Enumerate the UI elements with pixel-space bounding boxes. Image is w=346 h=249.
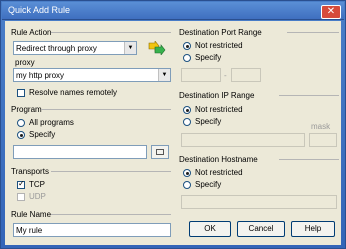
ip-range-input[interactable] bbox=[181, 133, 305, 147]
dest-host-specify-radio[interactable] bbox=[183, 181, 191, 189]
dest-port-not-restricted-label[interactable]: Not restricted bbox=[195, 41, 243, 50]
dest-port-specify-radio[interactable] bbox=[183, 54, 191, 62]
program-specify-label[interactable]: Specify bbox=[29, 130, 55, 139]
rule-action-label: Rule Action bbox=[11, 28, 52, 37]
port-from-input[interactable] bbox=[181, 68, 221, 82]
rule-name-input[interactable]: My rule bbox=[13, 223, 171, 237]
dialog-client: Rule Action Redirect through proxy ▼ pro… bbox=[5, 21, 341, 245]
tcp-label[interactable]: TCP bbox=[29, 180, 45, 189]
proxy-combobox[interactable]: my http proxy ▼ bbox=[13, 68, 171, 82]
resolve-names-label[interactable]: Resolve names remotely bbox=[29, 88, 117, 97]
help-button[interactable]: Help bbox=[291, 221, 335, 237]
program-divider bbox=[41, 109, 171, 110]
close-button[interactable]: ✕ bbox=[321, 5, 341, 19]
program-path-input[interactable] bbox=[13, 145, 147, 159]
resolve-names-checkbox[interactable] bbox=[17, 89, 25, 97]
dest-port-not-restricted-radio[interactable] bbox=[183, 42, 191, 50]
dest-host-specify-label[interactable]: Specify bbox=[195, 180, 221, 189]
proxy-label: proxy bbox=[15, 58, 35, 67]
action-combobox[interactable]: Redirect through proxy ▼ bbox=[13, 41, 137, 55]
program-specify-radio[interactable] bbox=[17, 131, 25, 139]
rule-name-value: My rule bbox=[16, 226, 43, 235]
hostname-input[interactable] bbox=[181, 195, 337, 209]
dest-ip-specify-label[interactable]: Specify bbox=[195, 117, 221, 126]
program-all-label[interactable]: All programs bbox=[29, 118, 74, 127]
chevron-down-icon[interactable]: ▼ bbox=[158, 69, 170, 81]
ip-mask-input[interactable] bbox=[309, 133, 337, 147]
dest-ip-specify-radio[interactable] bbox=[183, 118, 191, 126]
title-bar[interactable]: Quick Add Rule ✕ bbox=[2, 2, 344, 20]
dialog-window: Quick Add Rule ✕ Rule Action Redirect th… bbox=[0, 0, 346, 249]
dest-port-divider bbox=[287, 32, 339, 33]
dest-ip-divider bbox=[279, 95, 339, 96]
cancel-button[interactable]: Cancel bbox=[237, 221, 285, 237]
rule-name-label: Rule Name bbox=[11, 210, 52, 219]
dest-host-label: Destination Hostname bbox=[179, 155, 258, 164]
transports-divider bbox=[51, 171, 171, 172]
chevron-down-icon[interactable]: ▼ bbox=[124, 42, 136, 54]
close-icon: ✕ bbox=[326, 6, 336, 17]
green-yellow-arrows-icon[interactable] bbox=[147, 40, 167, 56]
program-label: Program bbox=[11, 105, 42, 114]
ok-button[interactable]: OK bbox=[189, 221, 231, 237]
dest-port-label: Destination Port Range bbox=[179, 28, 262, 37]
port-to-input[interactable] bbox=[231, 68, 261, 82]
dest-ip-not-restricted-label[interactable]: Not restricted bbox=[195, 105, 243, 114]
dest-host-not-restricted-radio[interactable] bbox=[183, 169, 191, 177]
port-range-separator: - bbox=[224, 71, 227, 80]
transports-label: Transports bbox=[11, 167, 49, 176]
dest-host-divider bbox=[279, 159, 339, 160]
dest-host-not-restricted-label[interactable]: Not restricted bbox=[195, 168, 243, 177]
tcp-checkbox[interactable] bbox=[17, 179, 25, 189]
mask-label: mask bbox=[311, 122, 331, 131]
udp-checkbox[interactable] bbox=[17, 193, 25, 201]
dest-ip-not-restricted-radio[interactable] bbox=[183, 106, 191, 114]
dest-port-specify-label[interactable]: Specify bbox=[195, 53, 221, 62]
dest-ip-label: Destination IP Range bbox=[179, 91, 255, 100]
rule-action-divider bbox=[51, 32, 171, 33]
program-all-radio[interactable] bbox=[17, 119, 25, 127]
action-combobox-value: Redirect through proxy bbox=[16, 44, 97, 53]
rule-name-divider bbox=[51, 214, 171, 215]
window-title: Quick Add Rule bbox=[8, 5, 71, 15]
browse-icon bbox=[156, 149, 164, 155]
udp-label[interactable]: UDP bbox=[29, 192, 46, 201]
proxy-combobox-value: my http proxy bbox=[16, 71, 65, 80]
browse-button[interactable] bbox=[151, 145, 169, 159]
